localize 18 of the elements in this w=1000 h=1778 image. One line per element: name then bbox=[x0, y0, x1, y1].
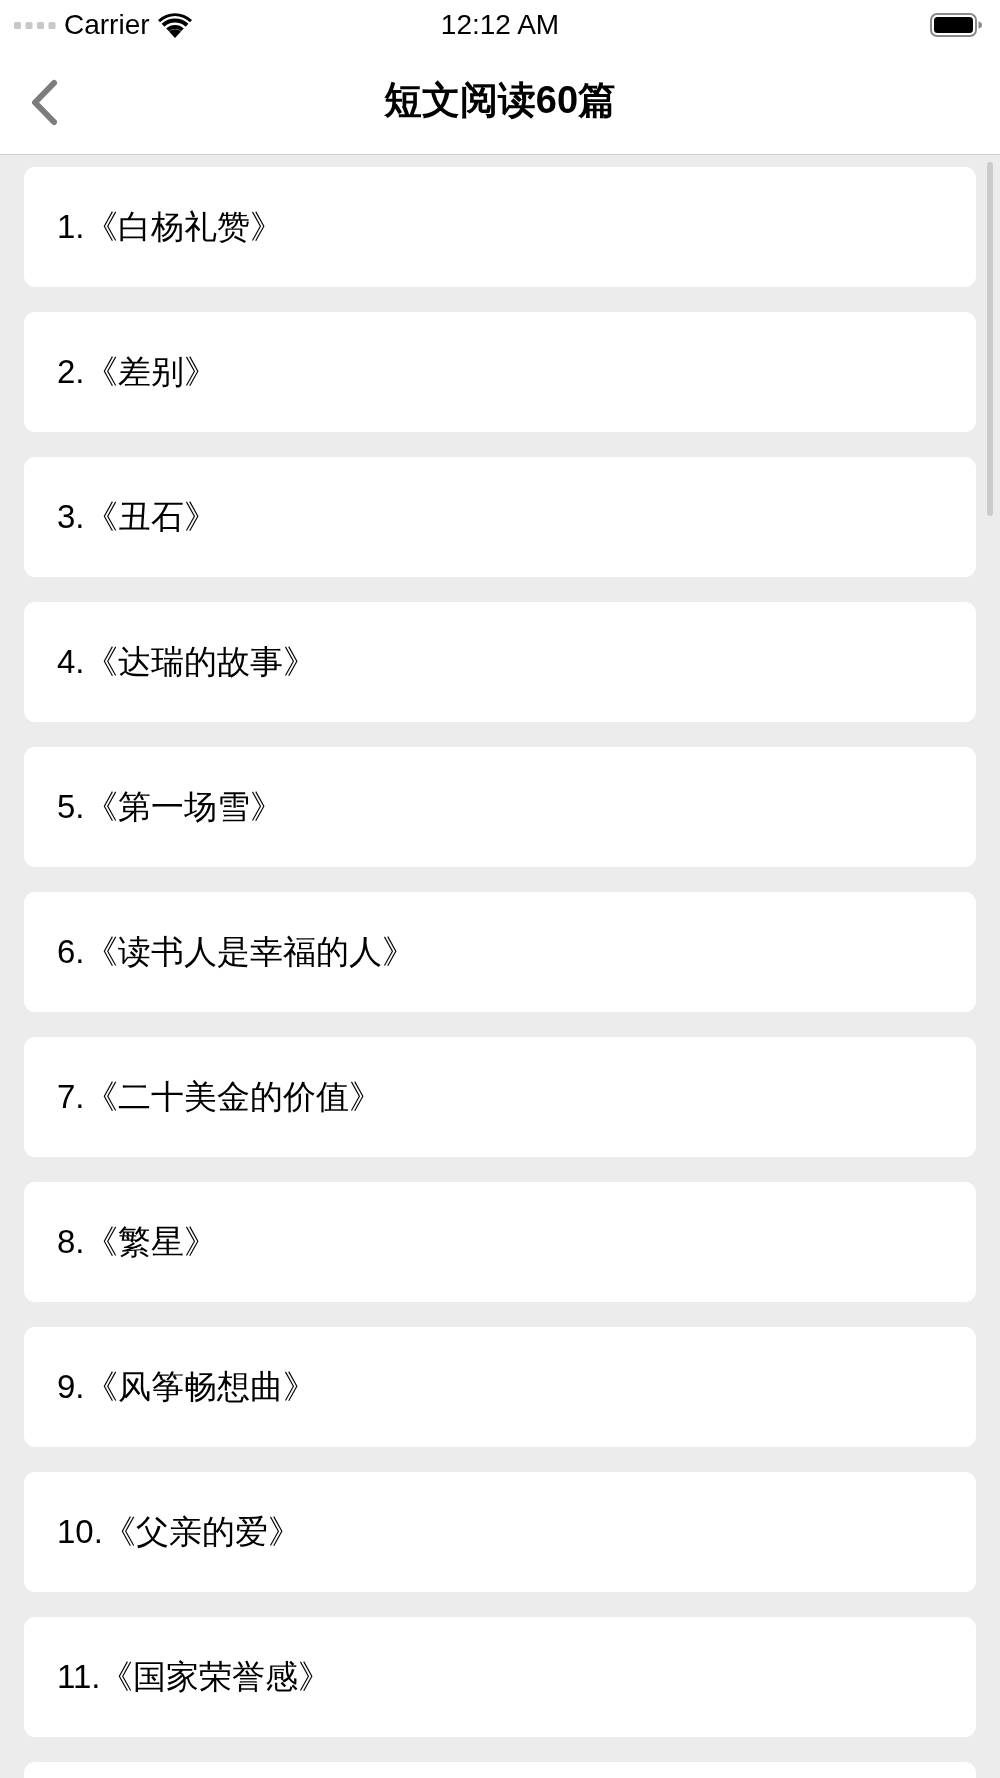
article-list-item[interactable]: 1.《白杨礼赞》 bbox=[24, 167, 976, 287]
wifi-icon bbox=[157, 12, 192, 38]
article-list-item[interactable]: 10.《父亲的爱》 bbox=[24, 1472, 976, 1592]
battery-icon bbox=[930, 13, 982, 37]
article-list-item[interactable]: 5.《第一场雪》 bbox=[24, 747, 976, 867]
article-list-item[interactable]: 8.《繁星》 bbox=[24, 1182, 976, 1302]
article-list-item[interactable]: 6.《读书人是幸福的人》 bbox=[24, 892, 976, 1012]
article-list-item[interactable]: 11.《国家荣誉感》 bbox=[24, 1617, 976, 1737]
signal-icon bbox=[14, 21, 56, 29]
article-list-item[interactable]: 2.《差别》 bbox=[24, 312, 976, 432]
article-list-item[interactable]: 7.《二十美金的价值》 bbox=[24, 1037, 976, 1157]
carrier-name: Carrier bbox=[64, 11, 150, 39]
article-list-item[interactable]: 4.《达瑞的故事》 bbox=[24, 602, 976, 722]
status-time: 12:12 AM bbox=[440, 11, 560, 39]
article-list-item[interactable]: 9.《风筝畅想曲》 bbox=[24, 1327, 976, 1447]
page-title: 短文阅读60篇 bbox=[383, 78, 617, 124]
back-chevron-icon bbox=[30, 78, 58, 126]
article-list-item[interactable]: 3.《丑石》 bbox=[24, 457, 976, 577]
